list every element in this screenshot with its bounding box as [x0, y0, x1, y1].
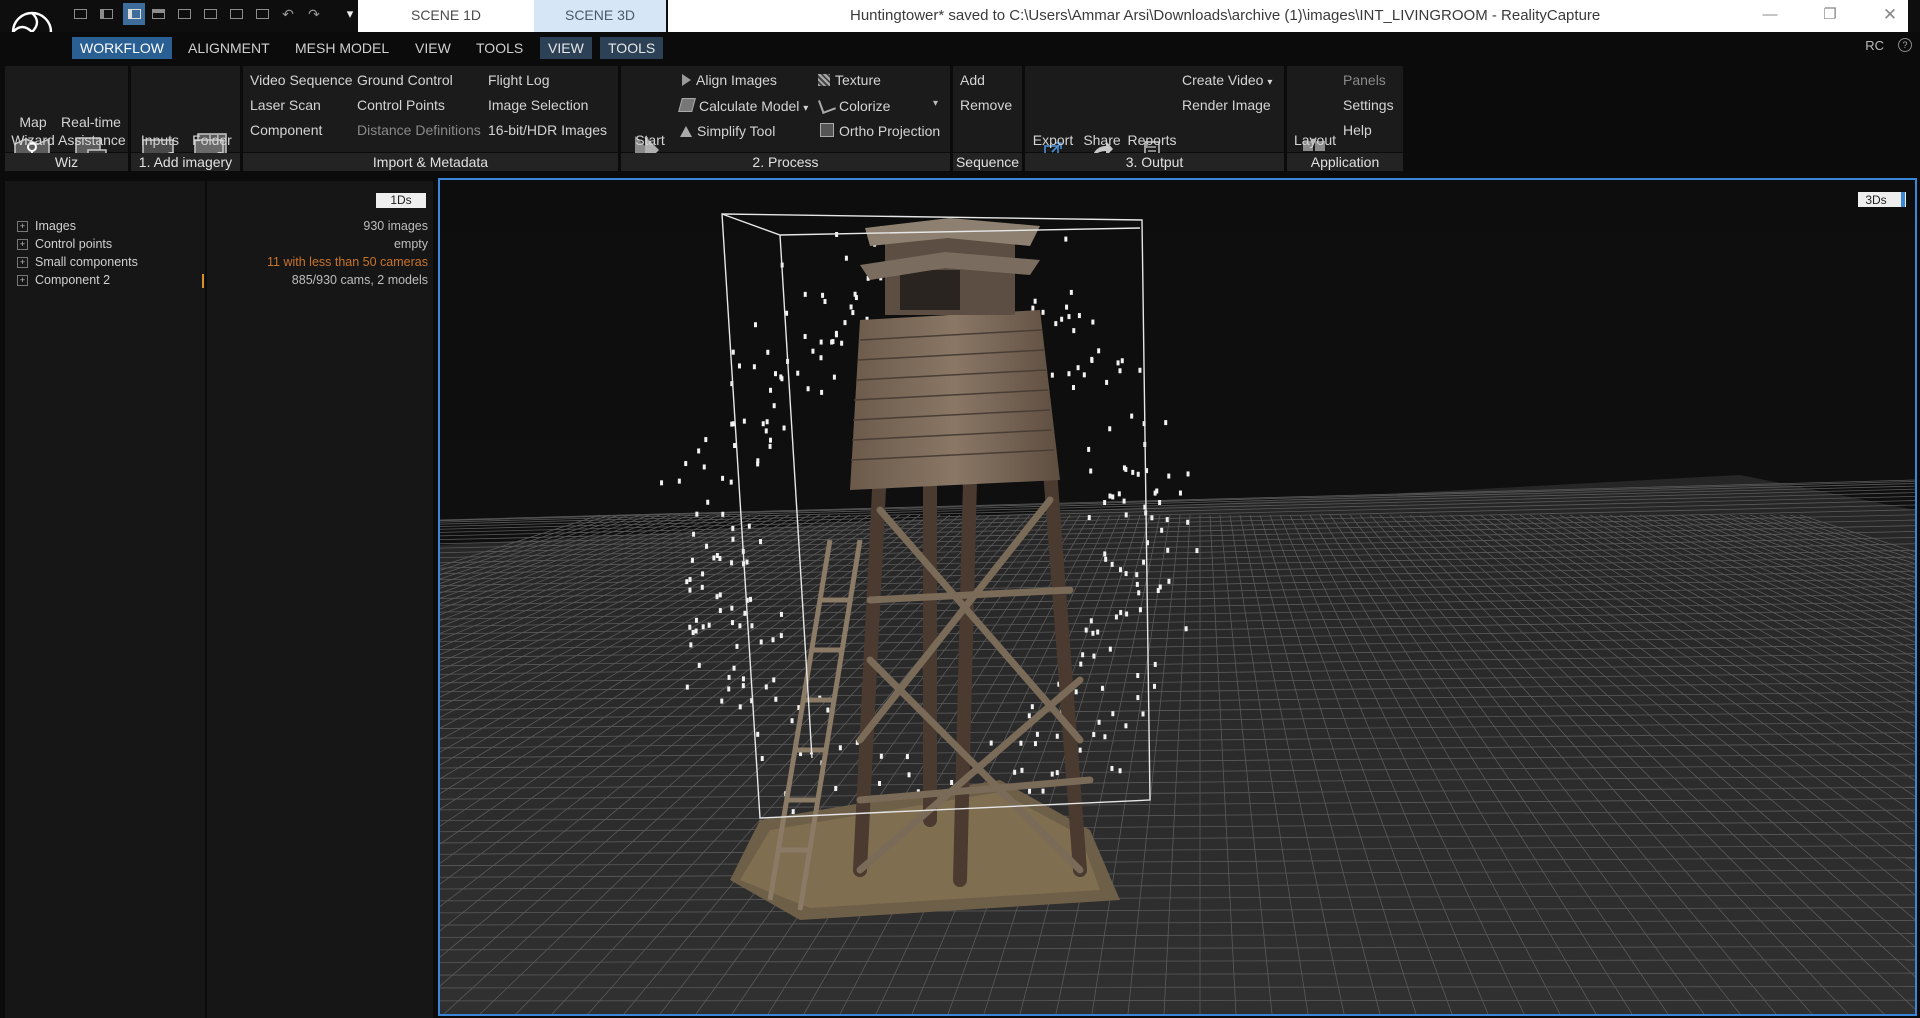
expand-icon[interactable]: +	[17, 239, 28, 250]
layout-single-icon[interactable]	[72, 6, 88, 22]
calculate-model-button[interactable]: Calculate Model ▾	[678, 98, 808, 114]
align-images-button[interactable]: Align Images	[682, 72, 777, 88]
colorize-icon	[818, 96, 836, 114]
layout-grid-icon[interactable]	[176, 6, 192, 22]
quick-access-dropdown-icon[interactable]: ▾	[342, 6, 358, 22]
expand-icon[interactable]: +	[17, 257, 28, 268]
create-video-button[interactable]: Create Video ▾	[1182, 72, 1272, 88]
flight-log-button[interactable]: Flight Log	[488, 72, 549, 88]
inputs-button[interactable]: Inputs	[136, 113, 184, 149]
viewport-3ds-tag[interactable]: 3Ds	[1865, 193, 1886, 207]
ribbon-label-wiz: Wiz	[5, 153, 128, 171]
menu-view-context[interactable]: VIEW	[540, 37, 592, 59]
sequence-remove-button[interactable]: Remove	[960, 97, 1012, 113]
sequence-add-button[interactable]: Add	[960, 72, 985, 88]
tree-row-small-components[interactable]: + Small components 11 with less than 50 …	[0, 254, 428, 272]
menu-tools-context[interactable]: TOOLS	[600, 37, 664, 59]
export-button[interactable]: Export	[1030, 113, 1076, 149]
rc-label: RC	[1865, 38, 1884, 53]
component-button[interactable]: Component	[250, 122, 322, 138]
menu-mesh-model[interactable]: MESH MODEL	[287, 37, 397, 59]
hdr-images-button[interactable]: 16-bit/HDR Images	[488, 122, 607, 138]
active-component-marker	[202, 274, 204, 288]
align-images-icon	[682, 74, 691, 86]
tree-row-control-points[interactable]: + Control points empty	[0, 236, 428, 254]
layout-multi-icon[interactable]	[254, 6, 270, 22]
workflow-ribbon: Map Wizard Real-time Assistance Wiz Inpu…	[0, 62, 1405, 172]
folder-button[interactable]: Folder	[188, 113, 236, 149]
ground-control-button[interactable]: Ground Control	[357, 72, 453, 88]
panel-1ds-values	[207, 181, 433, 1018]
tree-row-images[interactable]: + Images 930 images	[0, 218, 428, 236]
panel-1ds-tree	[5, 181, 205, 1018]
ribbon-label-import: Import & Metadata	[243, 153, 618, 171]
layout-quad-icon[interactable]	[202, 6, 218, 22]
reports-button[interactable]: Reports	[1126, 113, 1178, 149]
calculate-model-dropdown-icon[interactable]: ▾	[803, 103, 808, 114]
layout-columns-icon[interactable]	[228, 6, 244, 22]
texture-button[interactable]: Texture	[818, 72, 881, 88]
settings-button[interactable]: Settings	[1343, 97, 1394, 113]
ribbon-label-application: Application	[1287, 153, 1403, 171]
image-selection-button[interactable]: Image Selection	[488, 97, 588, 113]
title-bar: ↶ ↷ ▾ SCENE 1D SCENE 3D Huntingtower* sa…	[0, 0, 1920, 32]
distance-definitions-button[interactable]: Distance Definitions	[357, 122, 481, 138]
colorize-button[interactable]: Colorize	[818, 96, 890, 114]
menu-bar: WORKFLOW ALIGNMENT MESH MODEL VIEW TOOLS…	[0, 32, 1920, 62]
redo-icon[interactable]: ↷	[306, 6, 322, 22]
laser-scan-button[interactable]: Laser Scan	[250, 97, 321, 113]
video-sequence-button[interactable]: Video Sequence	[250, 72, 353, 88]
ribbon-label-sequence: Sequence	[953, 153, 1022, 171]
realtime-assistance-button[interactable]: Real-time Assistance	[58, 113, 126, 149]
minimize-button[interactable]: —	[1740, 0, 1800, 32]
viewport-3ds[interactable]: 3Ds	[438, 178, 1917, 1016]
close-button[interactable]: ✕	[1860, 0, 1920, 32]
panels-button[interactable]: Panels	[1343, 72, 1386, 88]
menu-alignment[interactable]: ALIGNMENT	[180, 37, 278, 59]
layout-dropdown-icon[interactable]: ▼	[1308, 136, 1319, 148]
ribbon-label-output: 3. Output	[1025, 153, 1284, 171]
layout-active-icon[interactable]	[123, 3, 145, 25]
simplify-tool-icon	[680, 126, 692, 137]
simplify-tool-button[interactable]: Simplify Tool	[680, 123, 775, 139]
help-icon[interactable]: ?	[1898, 38, 1912, 52]
share-button[interactable]: Share	[1080, 113, 1124, 149]
expand-icon[interactable]: +	[17, 221, 28, 232]
undo-icon[interactable]: ↶	[280, 6, 296, 22]
control-points-button[interactable]: Control Points	[357, 97, 445, 113]
scene-3d-canvas[interactable]: 3Ds	[440, 180, 1915, 1014]
tree-row-component-2[interactable]: + Component 2 885/930 cams, 2 models	[0, 272, 428, 290]
project-tree: + Images 930 images + Control points emp…	[0, 218, 428, 298]
layout-rows-icon[interactable]	[150, 6, 166, 22]
create-video-dropdown-icon[interactable]: ▾	[1267, 77, 1272, 88]
ribbon-label-add-imagery: 1. Add imagery	[131, 153, 240, 171]
menu-tools[interactable]: TOOLS	[468, 37, 531, 59]
restore-button[interactable]: ❐	[1800, 0, 1860, 32]
ortho-projection-icon	[820, 123, 834, 137]
calculate-model-icon	[678, 98, 696, 112]
ribbon-label-process: 2. Process	[621, 153, 950, 171]
window-title-area: Huntingtower* saved to C:\Users\Ammar Ar…	[668, 0, 1908, 32]
ortho-projection-button[interactable]: Ortho Projection	[820, 123, 940, 139]
viewport-tag-accent	[1901, 192, 1905, 207]
tab-scene-3d[interactable]: SCENE 3D	[534, 0, 666, 32]
texture-icon	[818, 74, 830, 86]
tab-scene-1d[interactable]: SCENE 1D	[358, 0, 534, 32]
process-more-dropdown-icon[interactable]: ▾	[933, 98, 938, 109]
ground-grid	[440, 475, 1915, 1014]
help-button[interactable]: Help	[1343, 122, 1372, 138]
start-button[interactable]: Start	[628, 113, 672, 149]
window-title: Huntingtower* saved to C:\Users\Ammar Ar…	[850, 7, 1601, 24]
menu-view[interactable]: VIEW	[407, 37, 459, 59]
expand-icon[interactable]: +	[17, 275, 28, 286]
menu-workflow[interactable]: WORKFLOW	[72, 37, 172, 59]
map-wizard-button[interactable]: Map Wizard	[8, 113, 58, 149]
panel-1ds-tag[interactable]: 1Ds	[376, 193, 426, 208]
render-image-button[interactable]: Render Image	[1182, 97, 1271, 113]
layout-split-icon[interactable]	[98, 6, 114, 22]
